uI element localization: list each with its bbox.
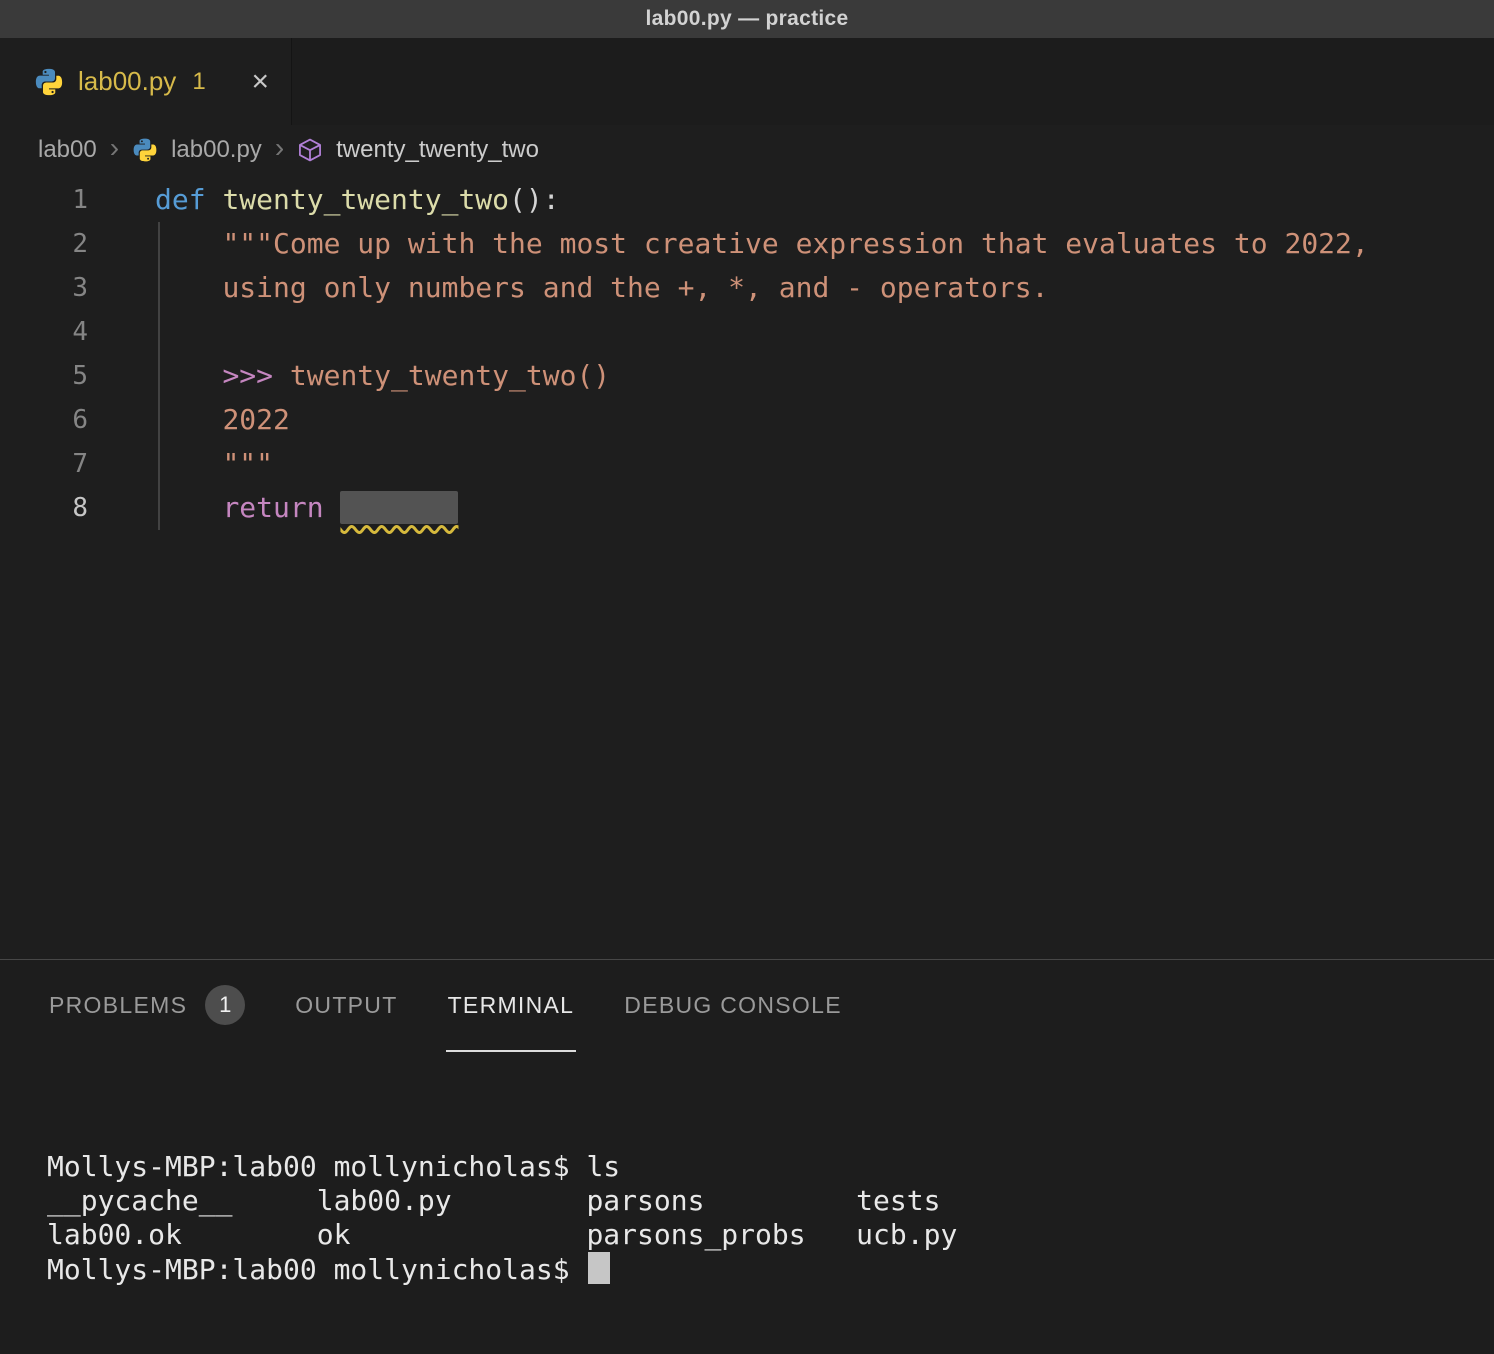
code-segment [155,491,222,524]
breadcrumb-folder[interactable]: lab00 [38,136,97,164]
code-segment [155,447,222,480]
tab-terminal[interactable]: TERMINAL [446,960,577,1052]
code-text: return [110,486,458,530]
panel-tab-label: DEBUG CONSOLE [624,992,842,1019]
code-segment [155,271,222,304]
line-number: 8 [0,486,110,530]
bottom-panel: PROBLEMS 1 OUTPUT TERMINAL DEBUG CONSOLE… [0,959,1494,1354]
code-line[interactable]: 6 2022 [0,398,1494,442]
code-text: """Come up with the most creative expres… [110,222,1369,266]
tab-debug-console[interactable]: DEBUG CONSOLE [622,960,844,1052]
symbol-module-icon [297,137,323,163]
line-number: 5 [0,354,110,398]
code-line[interactable]: 5 >>> twenty_twenty_two() [0,354,1494,398]
panel-tab-label: OUTPUT [295,992,397,1019]
chevron-right-icon: › [275,134,284,162]
code-text: 2022 [110,398,290,442]
code-line[interactable]: 3 using only numbers and the +, *, and -… [0,266,1494,310]
breadcrumb-symbol[interactable]: twenty_twenty_two [336,136,539,164]
tab-problems[interactable]: PROBLEMS 1 [47,960,247,1052]
code-text: >>> twenty_twenty_two() [110,354,610,398]
code-segment [155,227,222,260]
missing-expression-placeholder [340,491,458,524]
code-segment: """ [222,447,273,480]
code-segment: >>> [222,359,289,392]
indent-guide [158,222,160,530]
code-text: """ [110,442,273,486]
code-segment: 2022 [222,403,289,436]
python-icon [132,137,158,163]
problems-count-badge: 1 [205,985,245,1025]
code-lines: 1def twenty_twenty_two():2 """Come up wi… [0,178,1494,530]
line-number: 3 [0,266,110,310]
breadcrumb-file[interactable]: lab00.py [171,136,262,164]
code-segment: twenty_twenty_two() [290,359,610,392]
code-line[interactable]: 8 return [0,486,1494,530]
tab-filename: lab00.py [78,66,176,97]
code-line[interactable]: 1def twenty_twenty_two(): [0,178,1494,222]
close-icon[interactable]: × [251,67,269,97]
code-text: def twenty_twenty_two(): [110,178,560,222]
code-text [110,310,155,354]
code-segment: """Come up with the most creative expres… [222,227,1368,260]
code-segment: def [155,183,206,216]
terminal-line: __pycache__ lab00.py parsons tests [47,1184,1494,1218]
panel-tab-bar: PROBLEMS 1 OUTPUT TERMINAL DEBUG CONSOLE [0,960,1494,1052]
code-segment: using only numbers and the +, *, and - o… [222,271,1048,304]
terminal-cursor [588,1252,610,1284]
line-number: 4 [0,310,110,354]
terminal-prompt: Mollys-MBP:lab00 mollynicholas$ [47,1253,586,1286]
panel-tab-label: TERMINAL [448,992,575,1019]
panel-tab-label: PROBLEMS [49,992,187,1019]
code-text: using only numbers and the +, *, and - o… [110,266,1048,310]
code-segment [155,403,222,436]
code-line[interactable]: 7 """ [0,442,1494,486]
terminal-line: lab00.ok ok parsons_probs ucb.py [47,1218,1494,1252]
code-line[interactable]: 2 """Come up with the most creative expr… [0,222,1494,266]
breadcrumb: lab00 › lab00.py › twenty_twenty_two [0,125,1494,175]
code-segment: (): [509,183,560,216]
line-number: 1 [0,178,110,222]
vscode-window: lab00.py — practice lab00.py 1 × lab00 ›… [0,0,1494,1354]
chevron-right-icon: › [110,134,119,162]
code-line[interactable]: 4 [0,310,1494,354]
code-segment: twenty_twenty_two [222,183,509,216]
line-number: 7 [0,442,110,486]
terminal-line: Mollys-MBP:lab00 mollynicholas$ ls [47,1150,1494,1184]
terminal-output[interactable]: Mollys-MBP:lab00 mollynicholas$ ls__pyca… [0,1052,1494,1354]
terminal-prompt-line: Mollys-MBP:lab00 mollynicholas$ [47,1252,1494,1286]
tab-problem-count: 1 [192,68,205,96]
line-number: 6 [0,398,110,442]
tab-lab00-py[interactable]: lab00.py 1 × [0,38,292,125]
line-number: 2 [0,222,110,266]
title-bar: lab00.py — practice [0,0,1494,38]
editor-tab-bar: lab00.py 1 × [0,38,1494,125]
window-title: lab00.py — practice [646,7,849,31]
python-icon [34,67,64,97]
code-segment [155,359,222,392]
tab-output[interactable]: OUTPUT [293,960,399,1052]
code-segment: return [222,491,340,524]
code-editor[interactable]: 1def twenty_twenty_two():2 """Come up wi… [0,175,1494,959]
code-segment [206,183,223,216]
